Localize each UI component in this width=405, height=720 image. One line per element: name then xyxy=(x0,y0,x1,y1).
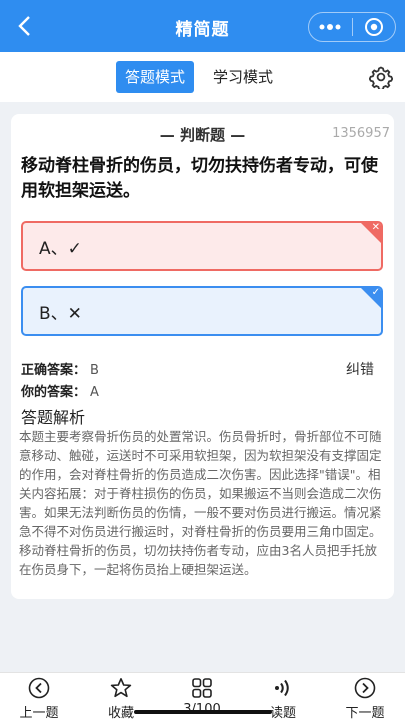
question-card: — 判断题 — 1356957 移动脊柱骨折的伤员，切勿扶持伤者专动，可使用软担… xyxy=(11,114,394,599)
my-answer-value: A xyxy=(90,385,99,400)
option-a-label: A、✓ xyxy=(39,238,82,259)
tab-study-mode[interactable]: 学习模式 xyxy=(204,61,282,93)
check-icon: ✓ xyxy=(371,287,380,298)
correct-answer-label: 正确答案： xyxy=(21,363,87,378)
tab-answer-mode[interactable]: 答题模式 xyxy=(116,61,195,93)
my-answer-label: 你的答案： xyxy=(21,385,87,400)
analysis-text: 本题主要考察骨折伤员的处置常识。伤员骨折时，骨折部位不可随意移动、触碰，运送时不… xyxy=(19,429,382,577)
sound-icon xyxy=(275,679,289,697)
close-mini-program-button[interactable] xyxy=(353,13,396,41)
prev-question-button[interactable]: 上一题 xyxy=(4,677,74,720)
question-stem: 移动脊柱骨折的伤员，切勿扶持伤者专动，可使用软担架运送。 xyxy=(21,156,378,201)
gear-icon xyxy=(368,66,394,92)
option-a[interactable]: A、✓ ✕ xyxy=(21,221,383,271)
analysis-title: 答题解析 xyxy=(21,408,86,427)
home-indicator xyxy=(134,710,272,714)
settings-button[interactable] xyxy=(368,65,394,92)
my-answer: 你的答案： A xyxy=(21,381,99,400)
grid-icon xyxy=(192,678,212,698)
star-icon xyxy=(110,677,132,698)
prev-icon xyxy=(28,677,50,699)
question-type-label: 判断题 xyxy=(179,126,225,144)
next-question-label: 下一题 xyxy=(345,706,385,720)
mini-program-capsule xyxy=(308,12,396,42)
prev-question-label: 上一题 xyxy=(19,706,59,720)
mode-bar: 答题模式 学习模式 xyxy=(0,52,405,102)
report-error-button[interactable]: 纠错 xyxy=(346,359,374,379)
correct-answer: 正确答案： B xyxy=(21,359,99,378)
question-id: 1356957 xyxy=(332,126,390,141)
next-icon xyxy=(354,677,376,699)
close-icon: ✕ xyxy=(371,222,380,233)
option-b[interactable]: B、✕ ✓ xyxy=(21,286,383,336)
next-question-button[interactable]: 下一题 xyxy=(330,677,400,720)
top-bar: 精简题 xyxy=(0,0,405,52)
correct-answer-value: B xyxy=(90,363,99,378)
more-icon xyxy=(319,24,341,30)
target-icon xyxy=(364,18,383,36)
option-b-label: B、✕ xyxy=(39,303,82,324)
more-button[interactable] xyxy=(309,13,352,41)
